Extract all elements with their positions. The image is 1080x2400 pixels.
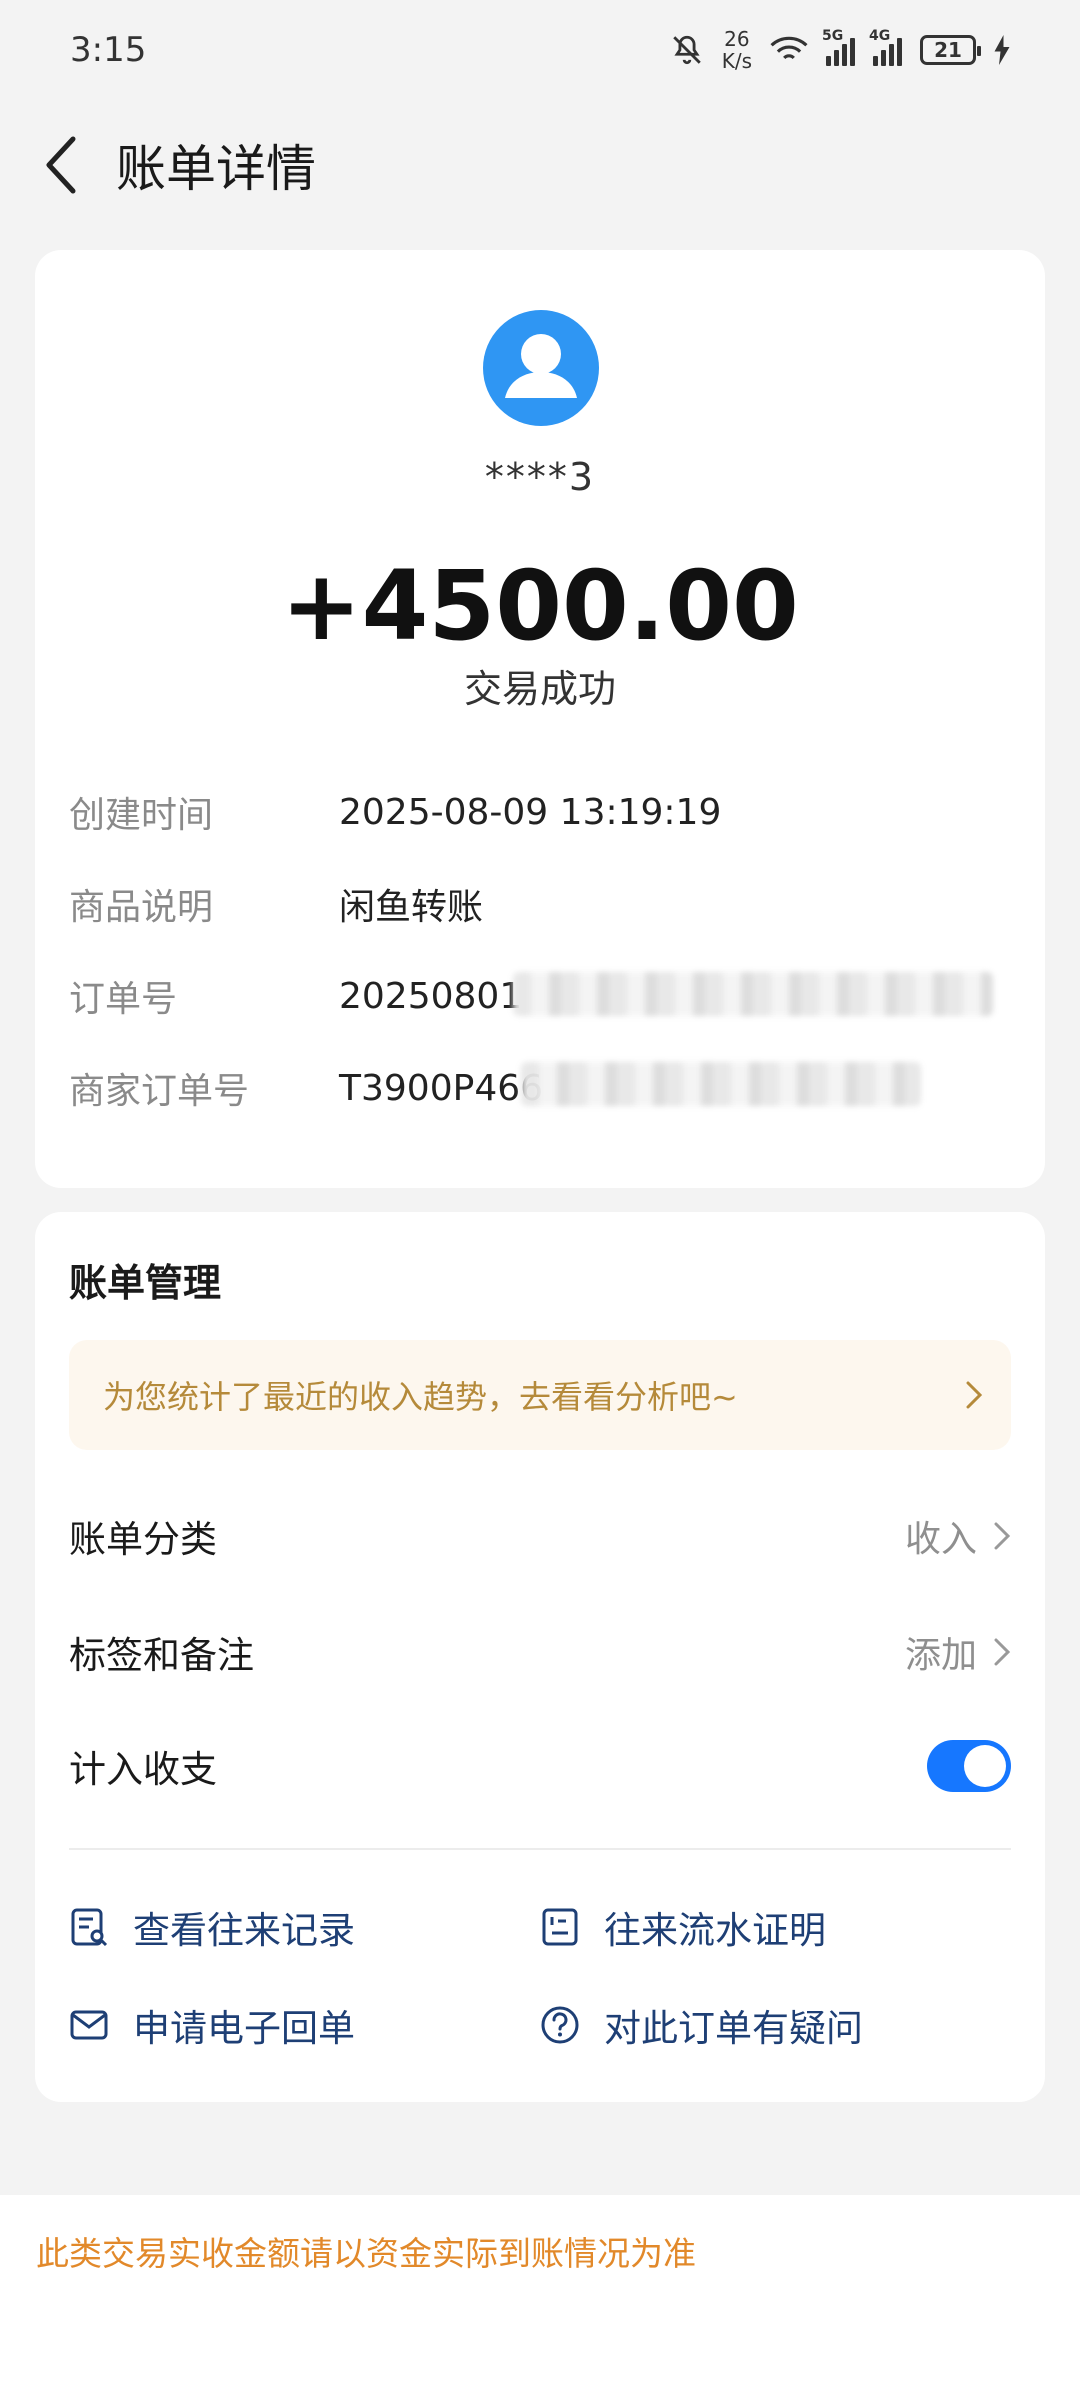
network-speed-unit: K/s bbox=[721, 49, 752, 73]
bill-management-card: 账单管理 为您统计了最近的收入趋势，去看看分析吧~ 账单分类 收入 标签和备注 … bbox=[35, 1212, 1045, 2102]
avatar[interactable] bbox=[483, 310, 599, 426]
records-icon bbox=[71, 1908, 108, 1947]
row-value: 收入 bbox=[904, 1519, 977, 1560]
signal-4g-tag: 4G bbox=[869, 28, 891, 44]
include-in-budget-row: 计入收支 bbox=[69, 1726, 1011, 1806]
row-label: 计入收支 bbox=[69, 1748, 217, 1791]
signal-5g-icon: 5G bbox=[822, 28, 855, 66]
transaction-card: ****3 +4500.00 交易成功 创建时间 2025-08-09 13:1… bbox=[35, 250, 1045, 1188]
signal-4g-icon: 4G bbox=[869, 28, 902, 66]
chevron-right-icon bbox=[994, 1638, 1011, 1666]
action-label: 查看往来记录 bbox=[133, 1909, 355, 1952]
network-speed-value: 26 bbox=[724, 27, 750, 51]
status-time: 3:15 bbox=[70, 30, 147, 70]
chevron-right-icon bbox=[966, 1381, 983, 1409]
e-receipt-link[interactable]: 申请电子回单 bbox=[69, 1998, 355, 2052]
detail-value[interactable]: 闲鱼转账 bbox=[339, 878, 483, 930]
footer: 此类交易实收金额请以资金实际到账情况为准 bbox=[0, 2195, 1080, 2400]
row-label: 标签和备注 bbox=[69, 1634, 254, 1677]
battery-level: 21 bbox=[934, 38, 962, 62]
payer-name: ****3 bbox=[484, 455, 596, 499]
detail-value[interactable]: 20250801 bbox=[339, 976, 522, 1017]
detail-row-order-number: 订单号 20250801 bbox=[69, 966, 522, 1026]
include-in-budget-toggle[interactable] bbox=[927, 1740, 1011, 1792]
detail-label: 创建时间 bbox=[69, 795, 214, 836]
bill-category-row[interactable]: 账单分类 收入 bbox=[69, 1496, 1011, 1576]
view-records-link[interactable]: 查看往来记录 bbox=[69, 1900, 355, 1954]
chevron-right-icon bbox=[994, 1522, 1011, 1550]
trade-status: 交易成功 bbox=[463, 667, 616, 711]
redaction-mask bbox=[513, 972, 993, 1016]
back-button[interactable] bbox=[36, 130, 86, 200]
detail-label: 订单号 bbox=[69, 979, 178, 1020]
action-label: 申请电子回单 bbox=[133, 2007, 355, 2050]
status-icons: 26 K/s 5G 4G 21 bbox=[670, 28, 1010, 72]
action-label: 对此订单有疑问 bbox=[604, 2007, 863, 2050]
tags-notes-row[interactable]: 标签和备注 添加 bbox=[69, 1612, 1011, 1692]
bell-muted-icon bbox=[672, 35, 701, 65]
question-icon bbox=[541, 2006, 579, 2044]
battery-icon: 21 bbox=[920, 35, 981, 65]
statement-icon bbox=[542, 1908, 578, 1946]
amount: +4500.00 bbox=[281, 550, 799, 662]
banner-text: 为您统计了最近的收入趋势，去看看分析吧~ bbox=[103, 1378, 738, 1416]
row-value: 添加 bbox=[904, 1635, 977, 1676]
statement-proof-link[interactable]: 往来流水证明 bbox=[540, 1900, 826, 1954]
charging-icon bbox=[994, 35, 1010, 65]
detail-label: 商品说明 bbox=[69, 887, 214, 928]
order-question-link[interactable]: 对此订单有疑问 bbox=[540, 1998, 863, 2052]
action-label: 往来流水证明 bbox=[604, 1909, 826, 1952]
detail-row-description: 商品说明 闲鱼转账 bbox=[69, 874, 483, 934]
wifi-icon bbox=[770, 36, 808, 60]
network-speed: 26 K/s bbox=[722, 28, 752, 72]
header: 账单详情 bbox=[0, 110, 1080, 220]
user-icon bbox=[505, 334, 577, 398]
detail-label: 商家订单号 bbox=[69, 1071, 250, 1112]
mail-icon bbox=[70, 2010, 108, 2040]
income-trend-banner[interactable]: 为您统计了最近的收入趋势，去看看分析吧~ bbox=[69, 1340, 1011, 1450]
detail-value[interactable]: T3900P466 bbox=[339, 1068, 543, 1109]
redaction-mask bbox=[521, 1062, 921, 1106]
divider bbox=[69, 1848, 1011, 1850]
status-bar: 3:15 26 K/s 5G 4G 21 bbox=[0, 0, 1080, 100]
row-label: 账单分类 bbox=[69, 1518, 217, 1561]
detail-row-merchant-order: 商家订单号 T3900P466 bbox=[69, 1058, 543, 1118]
detail-row-created-time: 创建时间 2025-08-09 13:19:19 bbox=[69, 782, 721, 842]
section-title: 账单管理 bbox=[69, 1261, 222, 1305]
footer-note: 此类交易实收金额请以资金实际到账情况为准 bbox=[36, 2234, 696, 2273]
detail-value[interactable]: 2025-08-09 13:19:19 bbox=[339, 792, 721, 833]
back-arrow-icon bbox=[46, 136, 76, 194]
page-title: 账单详情 bbox=[116, 140, 316, 198]
signal-5g-tag: 5G bbox=[822, 28, 844, 44]
